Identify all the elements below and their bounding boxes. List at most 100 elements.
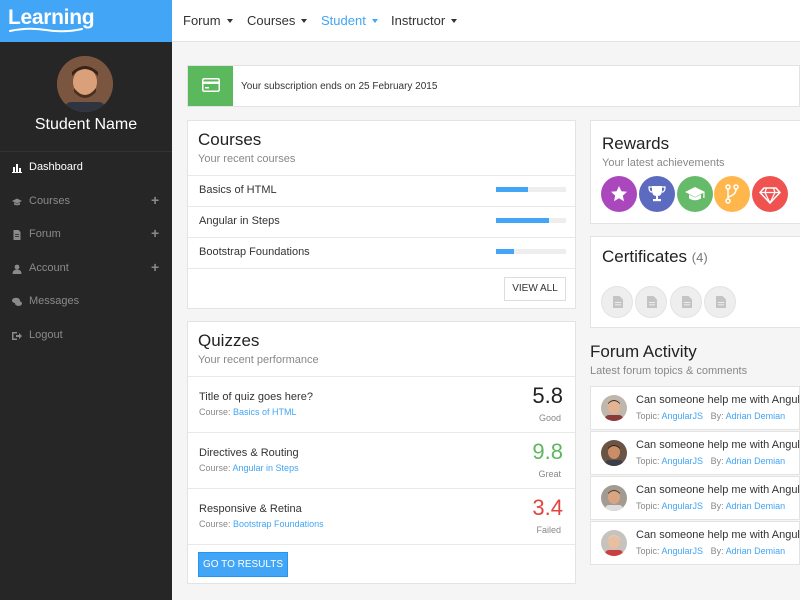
quizzes-title: Quizzes <box>198 331 260 350</box>
nav-forum[interactable]: Forum <box>183 13 233 28</box>
document-icon <box>682 296 692 308</box>
forum-topic-meta: Topic: AngularJS By: Adrian Demian <box>636 456 785 466</box>
author-link[interactable]: Adrian Demian <box>726 501 786 511</box>
forum-topic-row[interactable]: Can someone help me with AngularJS Topic… <box>590 431 800 475</box>
quiz-title[interactable]: Title of quiz goes here? <box>199 391 313 403</box>
go-to-results-button[interactable]: GO TO RESULTS <box>198 552 288 577</box>
quiz-course-prefix: Course: <box>199 463 231 473</box>
by-prefix: By: <box>710 546 724 556</box>
certificate-slot[interactable] <box>601 286 633 318</box>
quiz-course-link[interactable]: Basics of HTML <box>233 407 297 417</box>
swoosh-icon <box>9 27 83 33</box>
certificates-title-text: Certificates <box>602 247 688 266</box>
subscription-alert: Your subscription ends on 25 February 20… <box>187 65 800 107</box>
topic-link[interactable]: AngularJS <box>662 501 704 511</box>
nav-instructor-label: Instructor <box>391 13 446 28</box>
quiz-course-link[interactable]: Bootstrap Foundations <box>233 519 324 529</box>
nav-student-label: Student <box>321 13 366 28</box>
student-avatar[interactable] <box>57 56 113 112</box>
plus-icon[interactable]: + <box>151 259 159 275</box>
course-progress-fill <box>496 249 514 254</box>
trophy-icon <box>648 186 666 202</box>
topic-link[interactable]: AngularJS <box>662 411 704 421</box>
quiz-score: 9.8 <box>532 439 563 464</box>
divider <box>188 206 575 207</box>
divider <box>188 544 575 545</box>
topic-prefix: Topic: <box>636 411 660 421</box>
graduation-cap-icon <box>685 187 705 201</box>
topic-link[interactable]: AngularJS <box>662 546 704 556</box>
chat-icon <box>12 297 22 306</box>
quiz-title[interactable]: Directives & Routing <box>199 447 299 459</box>
topic-link[interactable]: AngularJS <box>662 456 704 466</box>
avatar[interactable] <box>601 530 627 556</box>
quiz-status: Great <box>538 469 561 479</box>
sidebar-item-dashboard[interactable]: Dashboard <box>0 153 172 183</box>
sidebar-item-account[interactable]: Account + <box>0 254 172 284</box>
avatar[interactable] <box>601 485 627 511</box>
star-badge[interactable] <box>601 176 637 212</box>
avatar[interactable] <box>601 395 627 421</box>
by-prefix: By: <box>710 411 724 421</box>
forum-topic-row[interactable]: Can someone help me with AngularJS Topic… <box>590 386 800 430</box>
forum-topic-title[interactable]: Can someone help me with AngularJS <box>636 529 800 541</box>
author-link[interactable]: Adrian Demian <box>726 546 786 556</box>
course-progress-fill <box>496 218 549 223</box>
view-all-button[interactable]: VIEW ALL <box>504 277 566 301</box>
plus-icon[interactable]: + <box>151 225 159 241</box>
diamond-badge[interactable] <box>752 176 788 212</box>
forum-topic-row[interactable]: Can someone help me with AngularJS Topic… <box>590 476 800 520</box>
courses-title: Courses <box>198 130 262 149</box>
forum-topic-row[interactable]: Can someone help me with AngularJS Topic… <box>590 521 800 565</box>
certificate-slot[interactable] <box>704 286 736 318</box>
graduation-badge[interactable] <box>677 176 713 212</box>
quiz-course-prefix: Course: <box>199 519 231 529</box>
alert-text: Your subscription ends on 25 February 20… <box>241 81 438 92</box>
trophy-badge[interactable] <box>639 176 675 212</box>
star-icon <box>611 186 627 202</box>
quiz-course-link[interactable]: Angular in Steps <box>233 463 299 473</box>
sidebar-item-logout[interactable]: Logout <box>0 321 172 351</box>
document-icon <box>716 296 726 308</box>
rewards-title: Rewards <box>602 134 670 153</box>
course-progress-bar <box>496 218 566 223</box>
plus-icon[interactable]: + <box>151 192 159 208</box>
quiz-status: Failed <box>536 525 561 535</box>
quiz-status: Good <box>538 413 561 423</box>
forum-topic-title[interactable]: Can someone help me with AngularJS <box>636 394 800 406</box>
certificate-slot[interactable] <box>670 286 702 318</box>
certificate-slot[interactable] <box>635 286 667 318</box>
sign-out-icon <box>12 332 22 340</box>
sidebar-item-label: Logout <box>29 329 63 341</box>
course-name[interactable]: Basics of HTML <box>199 184 277 196</box>
sidebar-item-forum[interactable]: Forum + <box>0 220 172 250</box>
sidebar-item-messages[interactable]: Messages <box>0 287 172 317</box>
forum-topic-title[interactable]: Can someone help me with AngularJS <box>636 439 800 451</box>
nav-student[interactable]: Student <box>321 13 378 28</box>
sidebar-item-courses[interactable]: Courses + <box>0 187 172 217</box>
quiz-course: Course: Bootstrap Foundations <box>199 519 324 529</box>
brand-logo[interactable]: Learning <box>0 0 172 42</box>
divider <box>188 432 575 433</box>
author-link[interactable]: Adrian Demian <box>726 411 786 421</box>
forum-activity-title: Forum Activity <box>590 342 697 361</box>
student-name: Student Name <box>34 116 138 133</box>
nav-instructor[interactable]: Instructor <box>391 13 458 28</box>
courses-panel: Courses Your recent courses Basics of HT… <box>187 120 576 309</box>
forum-topic-title[interactable]: Can someone help me with AngularJS <box>636 484 800 496</box>
quiz-course-prefix: Course: <box>199 407 231 417</box>
quizzes-panel: Quizzes Your recent performance Title of… <box>187 321 576 584</box>
code-fork-badge[interactable] <box>714 176 750 212</box>
document-icon <box>613 296 623 308</box>
avatar[interactable] <box>601 440 627 466</box>
course-name[interactable]: Angular in Steps <box>199 215 280 227</box>
author-link[interactable]: Adrian Demian <box>726 456 786 466</box>
course-name[interactable]: Bootstrap Foundations <box>199 246 310 258</box>
document-icon <box>647 296 657 308</box>
nav-courses[interactable]: Courses <box>247 13 308 28</box>
sidebar: Student Name Dashboard Courses + Forum +… <box>0 42 172 600</box>
quiz-course: Course: Angular in Steps <box>199 463 299 473</box>
certificates-count: (4) <box>691 250 708 265</box>
quiz-title[interactable]: Responsive & Retina <box>199 503 302 515</box>
by-prefix: By: <box>710 501 724 511</box>
